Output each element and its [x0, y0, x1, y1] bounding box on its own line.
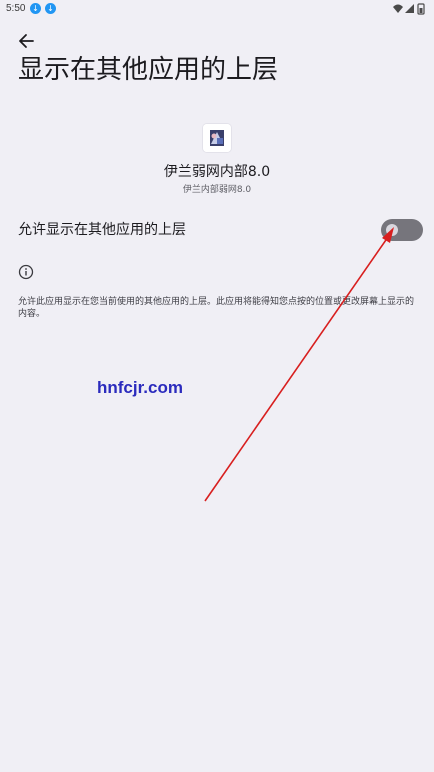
status-icons: [392, 3, 426, 15]
overlay-permission-label: 允许显示在其他应用的上层: [18, 222, 186, 238]
permission-description: 允许此应用显示在您当前使用的其他应用的上层。此应用将能得知您点按的位置或更改屏幕…: [18, 297, 415, 319]
annotation-arrow: [204, 227, 394, 502]
signal-icon: [405, 4, 414, 13]
download-icon: ↓: [30, 3, 41, 14]
overlay-permission-toggle[interactable]: [381, 219, 423, 241]
download-icon: ↓: [45, 3, 56, 14]
status-bar: 5:50 ↓ ↓: [0, 0, 434, 18]
app-package: 伊兰内部弱网8.0: [182, 185, 252, 195]
wifi-icon: [393, 4, 403, 13]
overlay-permission-row[interactable]: 允许显示在其他应用的上层: [0, 212, 434, 250]
app-icon: [203, 124, 231, 152]
back-button[interactable]: [14, 30, 38, 52]
watermark-text: hnfcjr.com: [97, 378, 183, 397]
app-name: 伊兰弱网内部8.0: [163, 164, 271, 180]
info-icon: [18, 264, 34, 280]
page-title: 显示在其他应用的上层: [18, 55, 279, 85]
arrow-back-icon: [19, 34, 34, 48]
toggle-thumb: [386, 224, 398, 236]
status-time: 5:50: [6, 3, 26, 14]
